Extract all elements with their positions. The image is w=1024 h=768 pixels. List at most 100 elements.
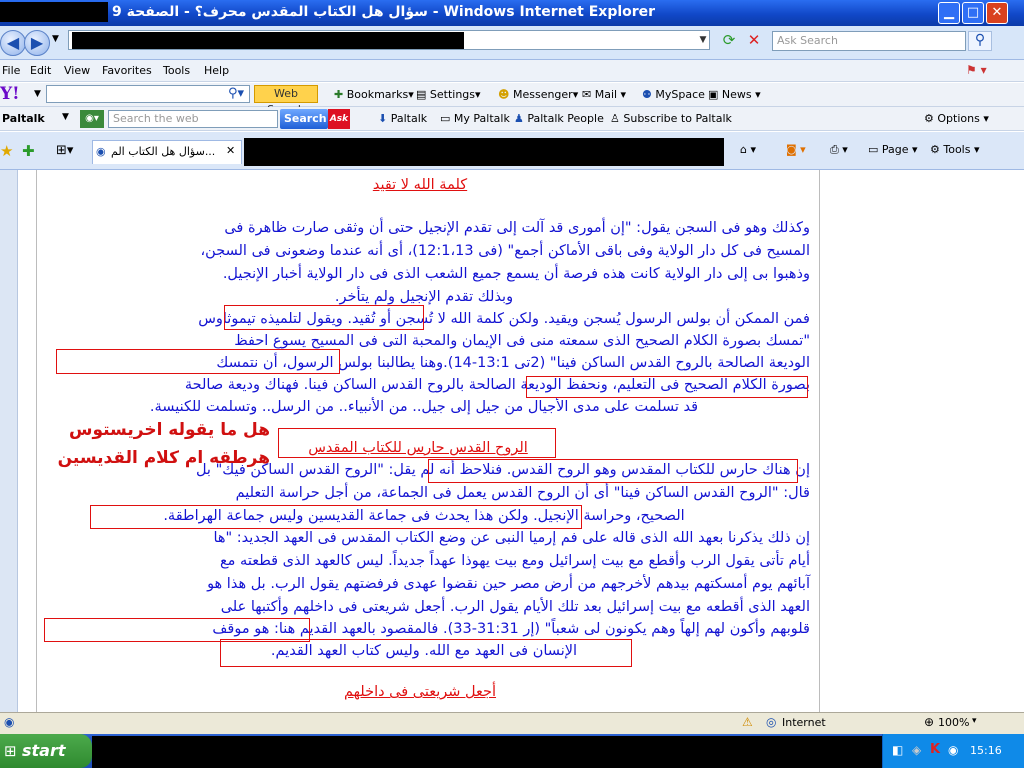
network-icon[interactable]: ◧ xyxy=(892,743,903,757)
people-icon: ♟ xyxy=(514,112,524,125)
yahoo-search-input[interactable] xyxy=(46,85,250,103)
options-button[interactable]: ⚙ Options ▾ xyxy=(924,112,989,125)
menu-tools[interactable]: Tools xyxy=(163,64,190,77)
window-title: سؤال هل الكتاب المقدس محرف؟ - الصفحة 9 -… xyxy=(112,4,656,20)
status-bar xyxy=(0,712,1024,734)
redacted-tabs xyxy=(244,138,724,166)
highlight-box xyxy=(526,376,808,398)
tab-active[interactable]: سؤال هل الكتاب الم... xyxy=(92,140,242,164)
text-line: فمن الممكن أن بولس الرسول يُسجن ويقيد. و… xyxy=(198,311,810,327)
tools-menu-button[interactable]: ⚙ Tools ▾ xyxy=(930,143,980,156)
myspace-button[interactable]: ⚉ MySpace xyxy=(642,88,705,101)
forward-button[interactable]: ▶ xyxy=(24,30,50,56)
text-line: وذهبوا بى إلى دار الولاية كانت هذه فرصة … xyxy=(222,266,810,282)
paltalk-link[interactable]: ⬇ Paltalk xyxy=(378,112,427,125)
highlight-box xyxy=(224,305,424,330)
news-button[interactable]: ▣ News ▾ xyxy=(708,88,761,101)
favorites-star-icon[interactable]: ★ xyxy=(0,142,13,160)
back-arrow-icon: ◀ xyxy=(6,33,20,52)
news-icon: ▣ xyxy=(708,88,719,101)
menu-edit[interactable]: Edit xyxy=(30,64,51,77)
bookmark-icon: ✚ xyxy=(334,88,344,101)
left-scroll-strip[interactable] xyxy=(0,170,18,712)
gear-icon: ⚙ xyxy=(930,143,940,156)
paltalk-search-input[interactable]: Search the web xyxy=(108,110,278,128)
back-button[interactable]: ◀ xyxy=(0,30,26,56)
menu-file[interactable]: File xyxy=(2,64,20,77)
menu-help[interactable]: Help xyxy=(204,64,229,77)
side-note-1: هل ما يقوله اخريستوس xyxy=(69,420,270,440)
mail-button[interactable]: ✉ Mail ▾ xyxy=(582,88,626,101)
highlight-box xyxy=(90,505,582,529)
bookmarks-button[interactable]: ✚ Bookmarks▾ xyxy=(334,88,414,101)
page-icon: ▭ xyxy=(868,143,879,156)
close-button[interactable]: ✕ xyxy=(986,2,1008,24)
add-favorites-icon[interactable]: ✚ xyxy=(22,142,35,160)
zoom-dropdown-icon[interactable]: ▾ xyxy=(972,716,977,726)
my-paltalk-link[interactable]: ▭ My Paltalk xyxy=(440,112,510,125)
mail-icon: ✉ xyxy=(582,88,592,101)
paltalk-dropdown-icon[interactable]: ▼ xyxy=(62,112,69,122)
person-icon: ♙ xyxy=(610,112,620,125)
refresh-icon[interactable]: ⟳ xyxy=(718,31,740,51)
settings-button[interactable]: ▤ Settings▾ xyxy=(416,88,481,101)
ask-search-input[interactable]: Ask Search xyxy=(772,31,966,51)
stop-icon[interactable]: ✕ xyxy=(744,31,764,51)
minimize-button[interactable]: ▁ xyxy=(938,2,960,24)
redacted-title-prefix xyxy=(0,2,108,22)
download-arrow-icon: ⬇ xyxy=(378,112,388,125)
tray-app-icon[interactable]: ◉ xyxy=(948,743,958,757)
text-line: قد تسلمت على مدى الأجيال من جيل إلى جيل.… xyxy=(149,399,699,415)
minimize-icon: ▁ xyxy=(944,5,954,20)
search-icon[interactable]: ⚲▾ xyxy=(228,86,244,101)
forward-arrow-icon: ▶ xyxy=(30,33,44,52)
translate-icon[interactable]: ⚑ ▾ xyxy=(966,63,1000,79)
text-line: أيام تأتى يقول الرب وأقطع مع بيت إسرائيل… xyxy=(219,553,810,569)
quick-tabs-icon[interactable]: ⊞▾ xyxy=(56,143,73,158)
paltalk-brand[interactable]: Paltalk xyxy=(2,112,45,125)
windows-logo-icon: ⊞ xyxy=(4,742,17,760)
paltalk-people-link[interactable]: ♟ Paltalk People xyxy=(514,112,604,125)
address-dropdown-icon[interactable]: ▼ xyxy=(696,31,710,49)
maximize-icon: □ xyxy=(966,5,980,20)
heading-bottom: أجعل شريعتى فى داخلهم xyxy=(343,684,497,700)
close-icon: ✕ xyxy=(991,5,1003,20)
search-icon[interactable]: ⚲ xyxy=(968,31,992,51)
messenger-icon: ☻ xyxy=(498,88,510,101)
highlight-box xyxy=(428,459,798,483)
redacted-taskbar-items xyxy=(92,736,882,768)
subscribe-link[interactable]: ♙ Subscribe to Paltalk xyxy=(610,112,732,125)
tab-close-icon[interactable]: ✕ xyxy=(226,144,235,157)
volume-icon[interactable]: ◈ xyxy=(912,743,921,757)
paltalk-search-button[interactable]: Search xyxy=(280,109,328,129)
menu-view[interactable]: View xyxy=(64,64,90,77)
page-menu-button[interactable]: ▭ Page ▾ xyxy=(868,143,918,156)
text-line: وكذلك وهو فى السجن يقول: "إن أمورى قد آل… xyxy=(224,220,810,236)
web-search-button[interactable]: Web Search xyxy=(254,85,318,116)
history-dropdown-icon[interactable]: ▼ xyxy=(52,34,59,44)
yahoo-dropdown-icon[interactable]: ▼ xyxy=(34,89,41,99)
zoom-level[interactable]: 100% xyxy=(938,716,969,729)
menu-bar xyxy=(0,60,1024,82)
page-icon: ▭ xyxy=(440,112,451,125)
globe-icon: ◎ xyxy=(766,715,777,729)
home-icon[interactable]: ⌂ ▾ xyxy=(740,143,756,156)
print-icon[interactable]: ⎙ ▾ xyxy=(830,143,848,157)
yahoo-logo[interactable]: Y! xyxy=(0,84,20,104)
highlight-box xyxy=(220,639,632,667)
antivirus-icon[interactable]: K xyxy=(930,742,940,757)
myspace-icon: ⚉ xyxy=(642,88,652,101)
zoom-icon[interactable]: ⊕ xyxy=(924,715,934,729)
maximize-button[interactable]: □ xyxy=(962,2,984,24)
heading-top: كلمة الله لا تقيد xyxy=(372,177,468,193)
highlight-box xyxy=(278,428,556,458)
menu-favorites[interactable]: Favorites xyxy=(102,64,152,77)
ask-logo: Ask xyxy=(328,109,350,129)
messenger-button[interactable]: ☻ Messenger▾ xyxy=(498,88,578,101)
text-line: العهد الذى أقطعه مع بيت إسرائيل بعد تلك … xyxy=(220,599,810,615)
page-favicon-icon: ◉ xyxy=(96,145,106,158)
text-line: آبائهم يوم أمسكتهم بيدهم لأخرجهم من أرض … xyxy=(207,576,810,592)
paltalk-engine-icon[interactable]: ◉▾ xyxy=(80,110,104,128)
feeds-icon[interactable]: ◙ ▾ xyxy=(786,143,806,156)
popup-blocked-icon[interactable]: ⚠ xyxy=(742,715,753,729)
